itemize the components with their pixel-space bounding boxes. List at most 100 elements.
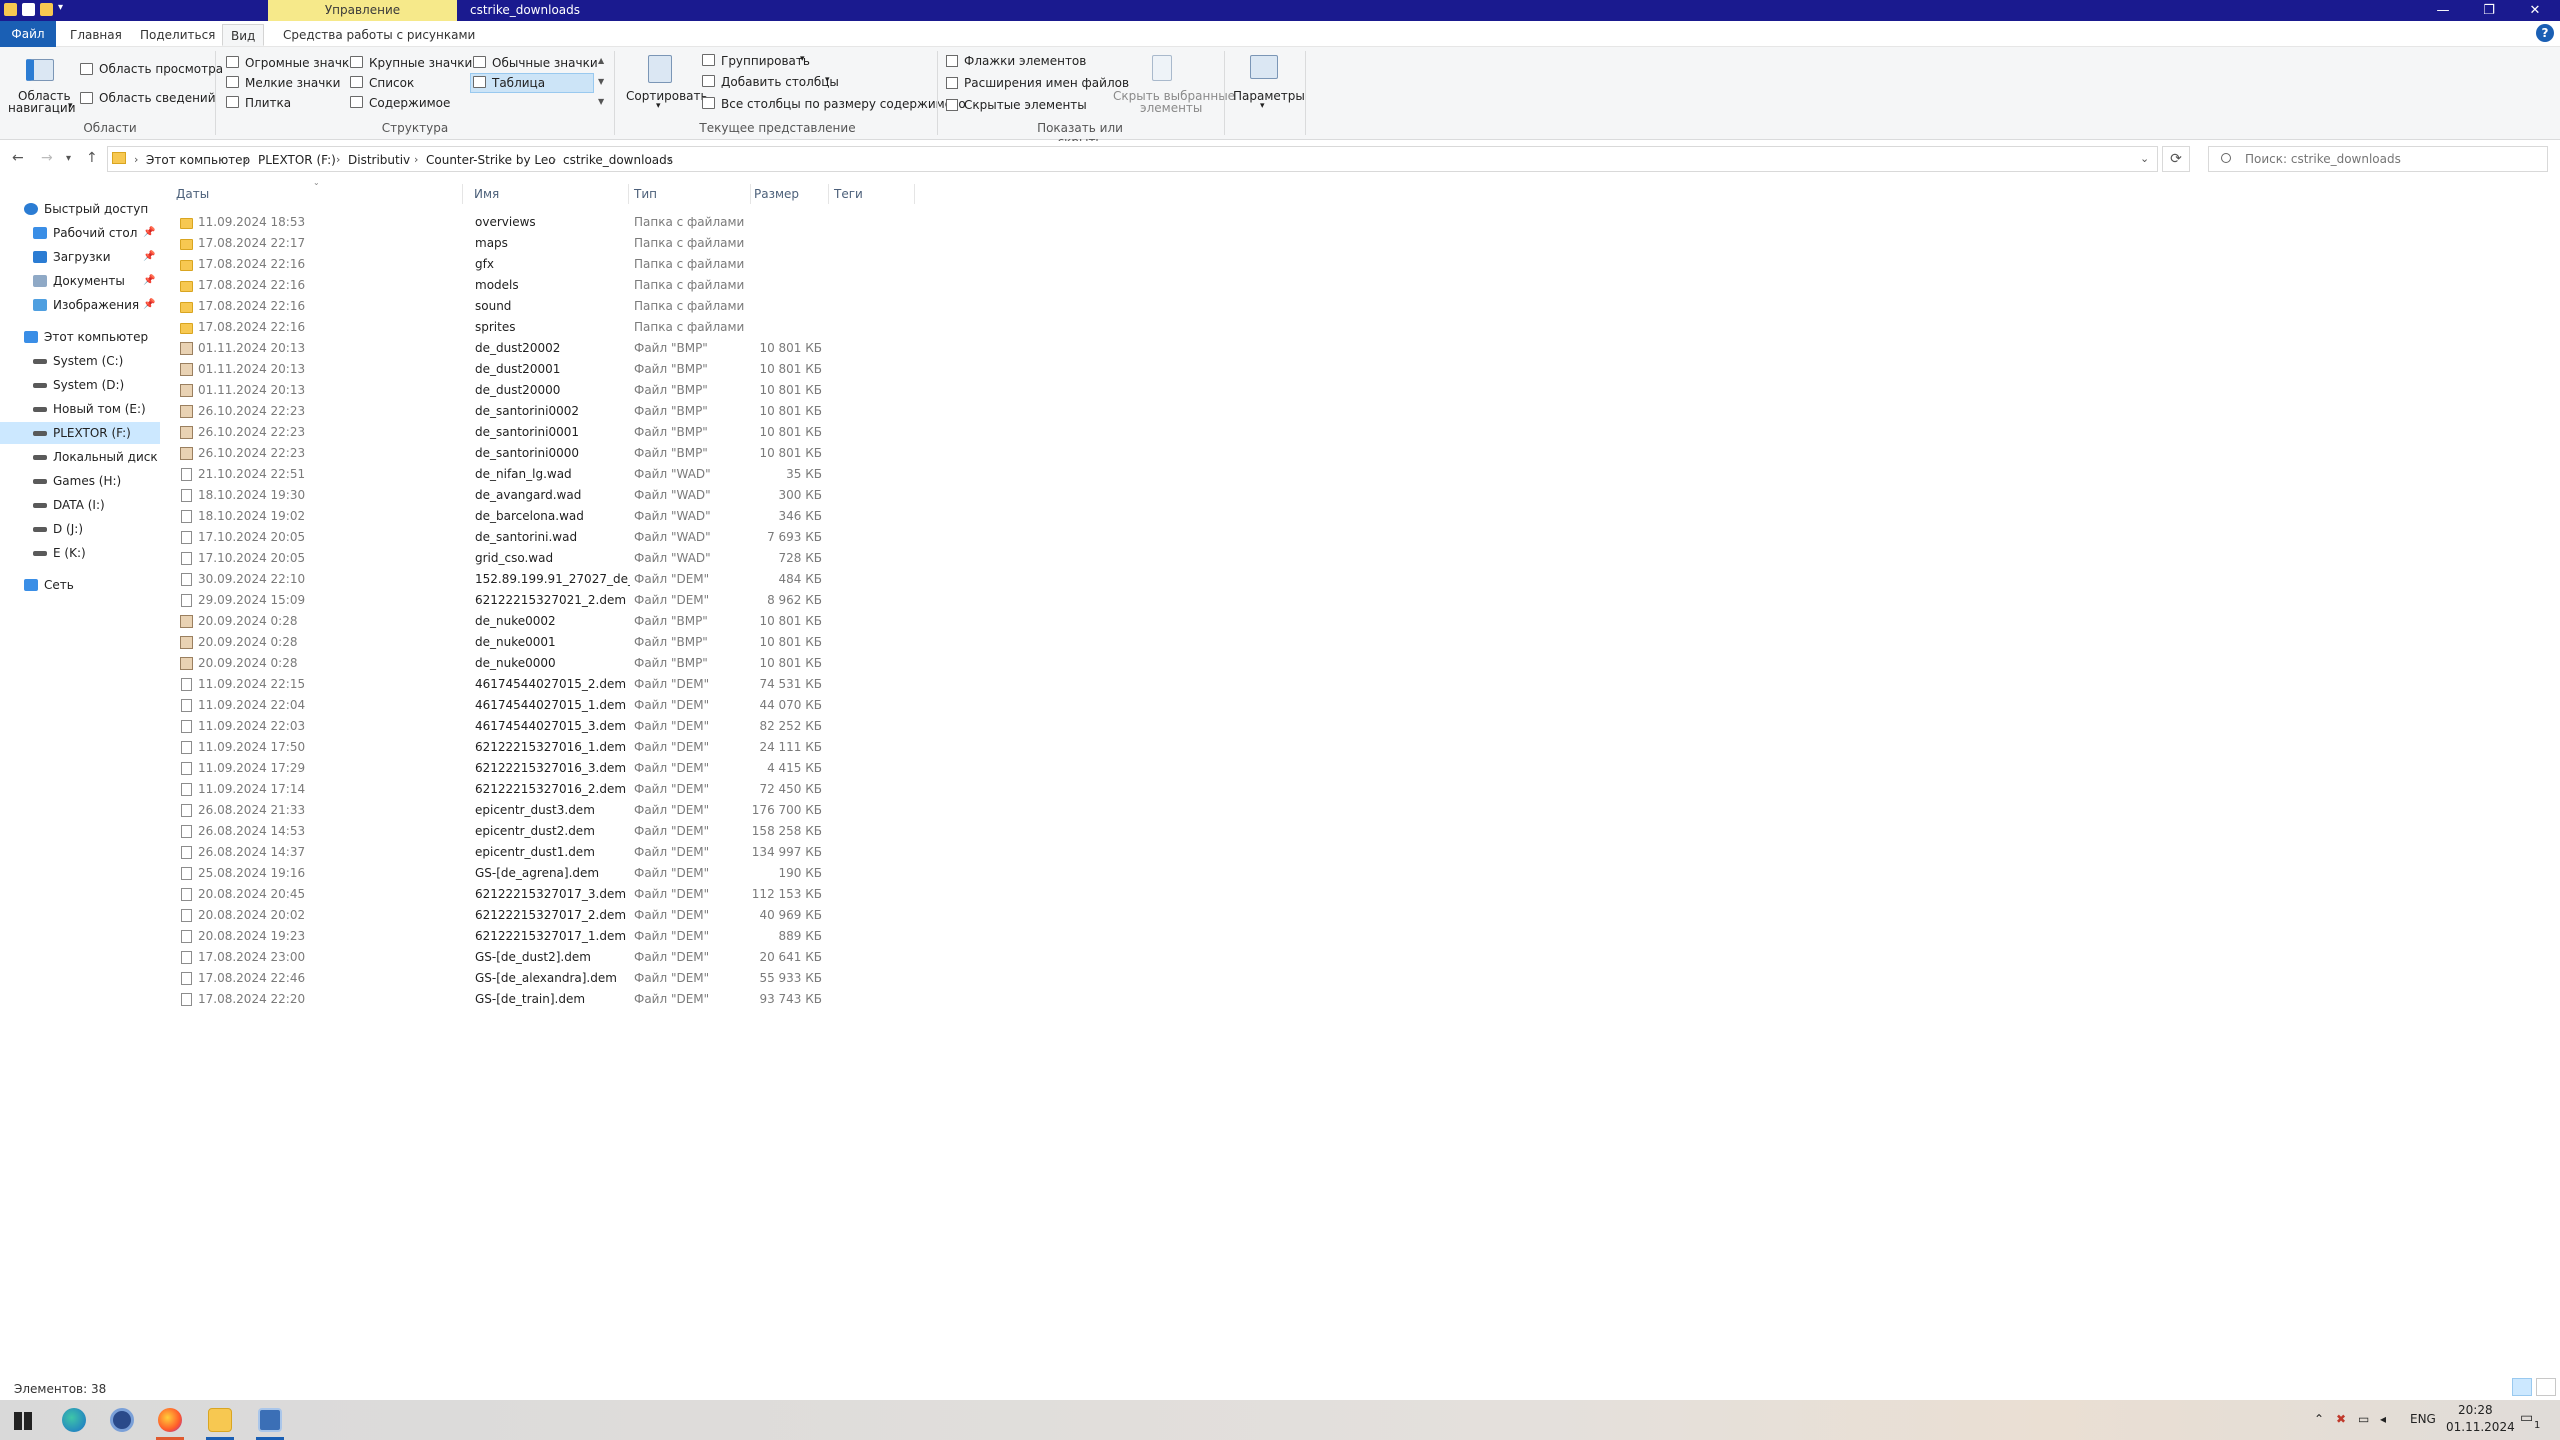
file-row[interactable]: 30.09.2024 22:10 152.89.199.91_27027_de_d… <box>170 569 920 590</box>
file-row[interactable]: 11.09.2024 22:03 46174544027015_3.dem Файл… <box>170 716 920 737</box>
close-button[interactable]: ✕ <box>2512 0 2558 21</box>
nav-item[interactable]: Изображения 📌 <box>0 294 160 316</box>
breadcrumb-distributiv[interactable]: Distributiv <box>348 153 410 167</box>
column-divider[interactable] <box>914 184 915 204</box>
breadcrumb-counter-strike[interactable]: Counter-Strike by Leo <box>426 153 556 167</box>
breadcrumb-separator-icon[interactable]: › <box>552 153 556 166</box>
normal-icons-option[interactable]: Обычные значки <box>492 56 598 70</box>
breadcrumb-separator-icon[interactable]: › <box>244 153 248 166</box>
file-row[interactable]: 17.08.2024 22:46 GS-[de_alexandra].dem Фай… <box>170 968 920 989</box>
tile-option[interactable]: Плитка <box>245 96 291 110</box>
firefox-icon[interactable] <box>158 1408 182 1432</box>
file-explorer-icon[interactable] <box>208 1408 232 1432</box>
breadcrumb-this-pc[interactable]: Этот компьютер <box>146 153 250 167</box>
file-row[interactable]: 17.08.2024 22:17 maps Папка с файлами <box>170 233 920 254</box>
tab-file[interactable]: Файл <box>0 21 56 47</box>
clock-time[interactable]: 20:28 <box>2458 1403 2493 1417</box>
file-row[interactable]: 17.08.2024 22:16 gfx Папка с файлами <box>170 254 920 275</box>
options-chevron-down-icon[interactable]: ▾ <box>1260 101 1265 111</box>
file-row[interactable]: 26.10.2024 22:23 de_santorini0000 Файл "BM… <box>170 443 920 464</box>
file-row[interactable]: 20.09.2024 0:28 de_nuke0001 Файл "BMP" 10 8… <box>170 632 920 653</box>
hidden-items-checkbox[interactable] <box>946 99 958 111</box>
tab-share[interactable]: Поделиться <box>132 24 223 46</box>
file-row[interactable]: 01.11.2024 20:13 de_dust20000 Файл "BMP" 10… <box>170 380 920 401</box>
tab-view[interactable]: Вид <box>222 24 265 46</box>
file-row[interactable]: 17.08.2024 22:16 sprites Папка с файлами <box>170 317 920 338</box>
tab-picture-tools[interactable]: Средства работы с рисунками <box>275 24 483 46</box>
navigation-pane-label-2[interactable]: навигации <box>8 101 76 115</box>
file-row[interactable]: 18.10.2024 19:30 de_avangard.wad Файл "WAD… <box>170 485 920 506</box>
file-row[interactable]: 21.10.2024 22:51 de_nifan_lg.wad Файл "WAD… <box>170 464 920 485</box>
column-divider[interactable] <box>462 184 463 204</box>
file-extensions-label[interactable]: Расширения имен файлов <box>964 76 1129 90</box>
help-button[interactable]: ? <box>2536 24 2554 42</box>
file-row[interactable]: 11.09.2024 22:15 46174544027015_2.dem Файл… <box>170 674 920 695</box>
nav-item[interactable]: Рабочий стол 📌 <box>0 222 160 244</box>
file-row[interactable]: 25.08.2024 19:16 GS-[de_agrena].dem Файл "… <box>170 863 920 884</box>
nav-item[interactable]: PLEXTOR (F:) <box>0 422 160 444</box>
file-row[interactable]: 26.08.2024 21:33 epicentr_dust3.dem Файл "… <box>170 800 920 821</box>
column-header-type[interactable]: Тип <box>634 182 744 206</box>
file-row[interactable]: 11.09.2024 17:29 62122215327016_3.dem Файл… <box>170 758 920 779</box>
group-by-chevron-icon[interactable]: ▾ <box>800 54 805 64</box>
chevron-down-icon[interactable]: ▾ <box>68 101 73 111</box>
recent-locations-chevron-icon[interactable]: ▾ <box>66 153 71 164</box>
options-button[interactable]: Параметры <box>1233 89 1305 103</box>
nav-item[interactable]: DATA (I:) <box>0 494 160 516</box>
file-row[interactable]: 20.09.2024 0:28 de_nuke0002 Файл "BMP" 10 8… <box>170 611 920 632</box>
content-option[interactable]: Содержимое <box>369 96 450 110</box>
file-row[interactable]: 18.10.2024 19:02 de_barcelona.wad Файл "WA… <box>170 506 920 527</box>
column-divider[interactable] <box>828 184 829 204</box>
properties-icon[interactable] <box>22 3 35 16</box>
file-row[interactable]: 01.11.2024 20:13 de_dust20001 Файл "BMP" 10… <box>170 359 920 380</box>
nav-item[interactable]: Локальный диск (G <box>0 446 160 468</box>
network-icon[interactable]: ▭ <box>2358 1412 2369 1426</box>
search-input[interactable] <box>2245 151 2535 167</box>
back-arrow-icon[interactable]: ← <box>12 150 24 166</box>
clock-date[interactable]: 01.11.2024 <box>2446 1420 2515 1434</box>
breadcrumb-separator-icon[interactable]: › <box>134 153 138 166</box>
start-windows-icon[interactable] <box>14 1412 32 1430</box>
add-columns-chevron-icon[interactable]: ▾ <box>825 75 830 85</box>
refresh-button[interactable]: ⟳ <box>2162 146 2190 172</box>
file-row[interactable]: 17.10.2024 20:05 grid_cso.wad Файл "WAD" 72… <box>170 548 920 569</box>
item-checkboxes-checkbox[interactable] <box>946 55 958 67</box>
file-row[interactable]: 20.09.2024 0:28 de_nuke0000 Файл "BMP" 10 8… <box>170 653 920 674</box>
details-pane-button[interactable]: Область сведений <box>99 91 216 105</box>
large-icons-view-button[interactable] <box>2536 1378 2556 1396</box>
hidden-items-label[interactable]: Скрытые элементы <box>964 98 1087 112</box>
file-row[interactable]: 17.08.2024 22:16 sound Папка с файлами <box>170 296 920 317</box>
sort-chevron-down-icon[interactable]: ▾ <box>656 101 661 111</box>
nav-item[interactable]: Документы 📌 <box>0 270 160 292</box>
file-row[interactable]: 11.09.2024 18:53 overviews Папка с файлами <box>170 212 920 233</box>
breadcrumb-separator-icon[interactable]: › <box>414 153 418 166</box>
file-row[interactable]: 17.08.2024 23:00 GS-[de_dust2].dem Файл "D… <box>170 947 920 968</box>
maximize-button[interactable]: ❐ <box>2466 0 2512 21</box>
pin-icon[interactable]: 📌 <box>143 270 155 292</box>
up-arrow-icon[interactable]: ↑ <box>86 150 98 166</box>
details-view-button[interactable] <box>2512 1378 2532 1396</box>
file-extensions-checkbox[interactable] <box>946 77 958 89</box>
nav-item[interactable]: D (J:) <box>0 518 160 540</box>
breadcrumb-cstrike-downloads[interactable]: cstrike_downloads <box>563 153 673 167</box>
file-row[interactable]: 11.09.2024 17:50 62122215327016_1.dem Файл… <box>170 737 920 758</box>
nav-item[interactable]: Быстрый доступ <box>0 198 160 220</box>
item-checkboxes-label[interactable]: Флажки элементов <box>964 54 1086 68</box>
file-row[interactable]: 20.08.2024 19:23 62122215327017_1.dem Файл… <box>170 926 920 947</box>
new-folder-icon[interactable] <box>40 3 53 16</box>
file-row[interactable]: 26.10.2024 22:23 de_santorini0001 Файл "BM… <box>170 422 920 443</box>
breadcrumb-plextor[interactable]: PLEXTOR (F:) <box>258 153 336 167</box>
nav-item[interactable]: System (C:) <box>0 350 160 372</box>
file-row[interactable]: 17.10.2024 20:05 de_santorini.wad Файл "WA… <box>170 527 920 548</box>
file-row[interactable]: 11.09.2024 17:14 62122215327016_2.dem Файл… <box>170 779 920 800</box>
layout-expand-icon[interactable]: ▼ <box>598 97 604 106</box>
pin-icon[interactable]: 📌 <box>143 222 155 244</box>
edge-icon[interactable] <box>62 1408 86 1432</box>
list-option[interactable]: Список <box>369 76 414 90</box>
file-row[interactable]: 01.11.2024 20:13 de_dust20002 Файл "BMP" 10… <box>170 338 920 359</box>
nav-item[interactable]: Сеть <box>0 574 160 596</box>
nav-item[interactable]: Новый том (E:) <box>0 398 160 420</box>
huge-icons-option[interactable]: Огромные значки <box>245 56 357 70</box>
nav-item[interactable]: Games (H:) <box>0 470 160 492</box>
breadcrumb-separator-icon[interactable]: › <box>336 153 340 166</box>
